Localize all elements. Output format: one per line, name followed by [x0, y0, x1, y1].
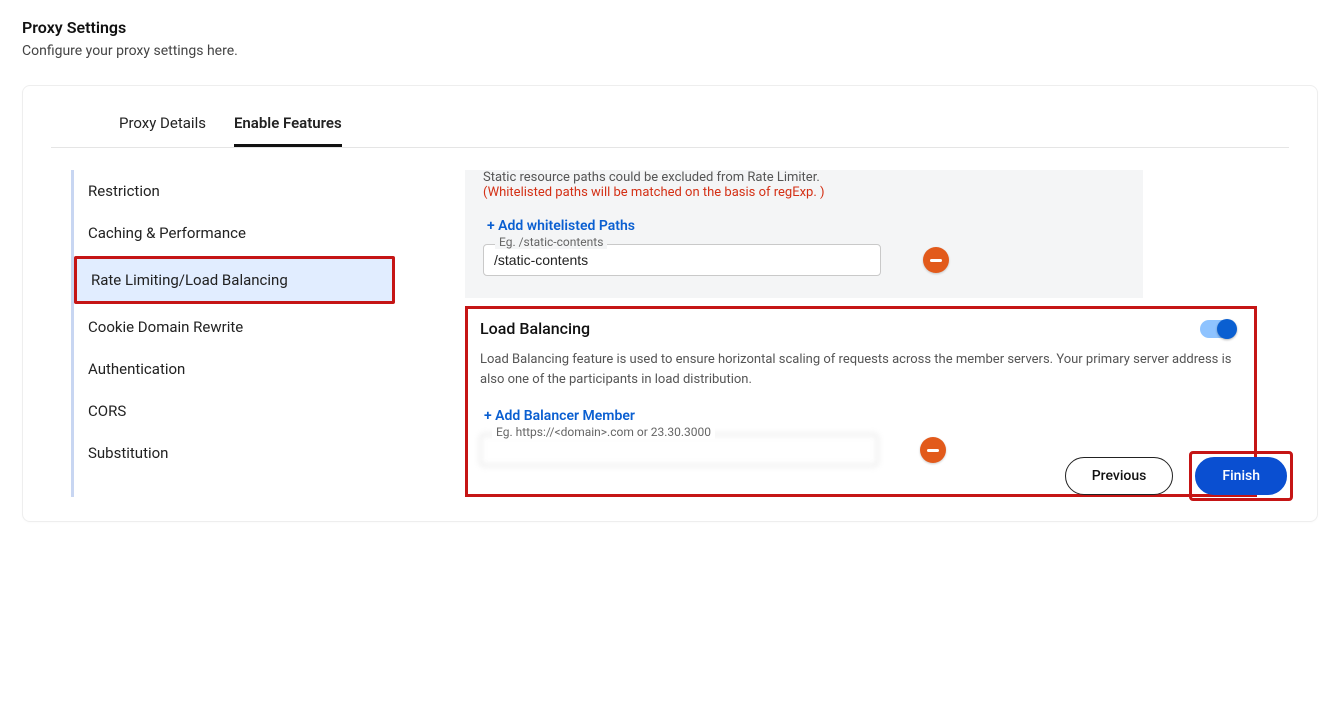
previous-button[interactable]: Previous	[1065, 457, 1174, 495]
sidebar-item-restriction[interactable]: Restriction	[74, 170, 399, 212]
minus-icon	[930, 259, 942, 262]
load-balancing-toggle[interactable]	[1200, 320, 1236, 338]
balancer-member-field-wrap: Eg. https://<domain>.com or 23.30.3000	[480, 434, 878, 466]
finish-button[interactable]: Finish	[1195, 457, 1287, 495]
finish-highlight: Finish	[1189, 451, 1293, 501]
balancer-member-legend: Eg. https://<domain>.com or 23.30.3000	[492, 425, 715, 439]
tab-proxy-details[interactable]: Proxy Details	[119, 114, 206, 147]
page-title: Proxy Settings	[22, 18, 1298, 37]
sidebar-item-authentication[interactable]: Authentication	[74, 348, 399, 390]
remove-whitelist-path-button[interactable]	[923, 247, 949, 273]
rate-limiter-panel: Static resource paths could be excluded …	[465, 170, 1143, 298]
sidebar-item-rate-limiting[interactable]: Rate Limiting/Load Balancing	[74, 256, 395, 304]
remove-balancer-member-button[interactable]	[920, 437, 946, 463]
load-balancing-title: Load Balancing	[480, 319, 590, 338]
load-balancing-description: Load Balancing feature is used to ensure…	[480, 350, 1236, 390]
minus-icon	[927, 449, 939, 452]
add-balancer-member-link[interactable]: + Add Balancer Member	[484, 408, 1236, 424]
sidebar-item-cors[interactable]: CORS	[74, 390, 399, 432]
whitelist-path-field-wrap: Eg. /static-contents	[483, 244, 881, 276]
settings-card: Proxy Details Enable Features Restrictio…	[22, 85, 1318, 522]
toggle-knob-icon	[1217, 319, 1237, 339]
sidebar-item-cookie-rewrite[interactable]: Cookie Domain Rewrite	[74, 306, 399, 348]
page-subtitle: Configure your proxy settings here.	[22, 43, 1298, 59]
feature-sidebar: Restriction Caching & Performance Rate L…	[71, 170, 399, 497]
tabs: Proxy Details Enable Features	[51, 86, 1289, 148]
rate-limiter-hint-static: Static resource paths could be excluded …	[483, 170, 1125, 185]
sidebar-item-substitution[interactable]: Substitution	[74, 432, 399, 474]
footer-actions: Previous Finish	[1065, 451, 1293, 501]
rate-limiter-hint-regex: (Whitelisted paths will be matched on th…	[483, 185, 1125, 200]
add-whitelisted-paths-link[interactable]: + Add whitelisted Paths	[487, 218, 1125, 234]
tab-enable-features[interactable]: Enable Features	[234, 114, 342, 147]
whitelist-path-legend: Eg. /static-contents	[495, 235, 607, 249]
sidebar-item-caching[interactable]: Caching & Performance	[74, 212, 399, 254]
